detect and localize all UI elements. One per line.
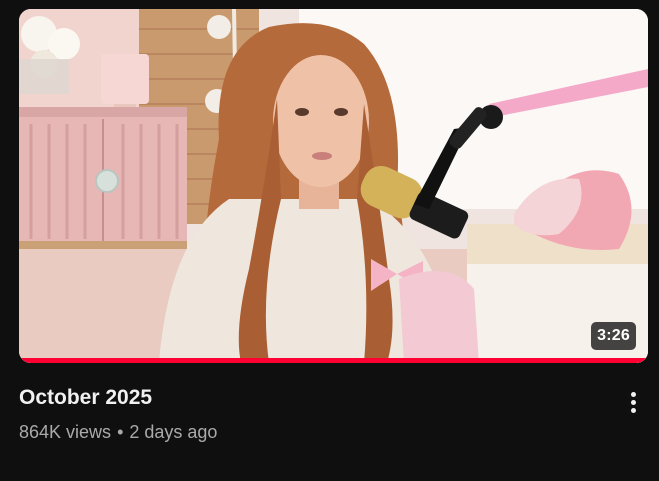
upload-age: 2 days ago xyxy=(129,422,218,442)
menu-dot xyxy=(630,391,636,397)
view-count: 864K views xyxy=(19,422,112,442)
watch-progress-fill xyxy=(19,358,648,363)
video-thumbnail[interactable]: 3:26 xyxy=(19,9,648,363)
meta-separator: • xyxy=(117,422,124,442)
menu-dot xyxy=(630,407,636,413)
menu-dot xyxy=(630,399,636,405)
video-metadata: 864K views • 2 days ago xyxy=(19,420,217,444)
video-card: 3:26 October 2025 864K views • 2 days ago xyxy=(0,0,659,481)
vertical-ellipsis-icon[interactable] xyxy=(616,385,650,419)
duration-badge: 3:26 xyxy=(591,322,636,350)
video-title[interactable]: October 2025 xyxy=(19,384,152,412)
watch-progress-track xyxy=(19,358,648,363)
thumbnail-image xyxy=(19,9,648,363)
